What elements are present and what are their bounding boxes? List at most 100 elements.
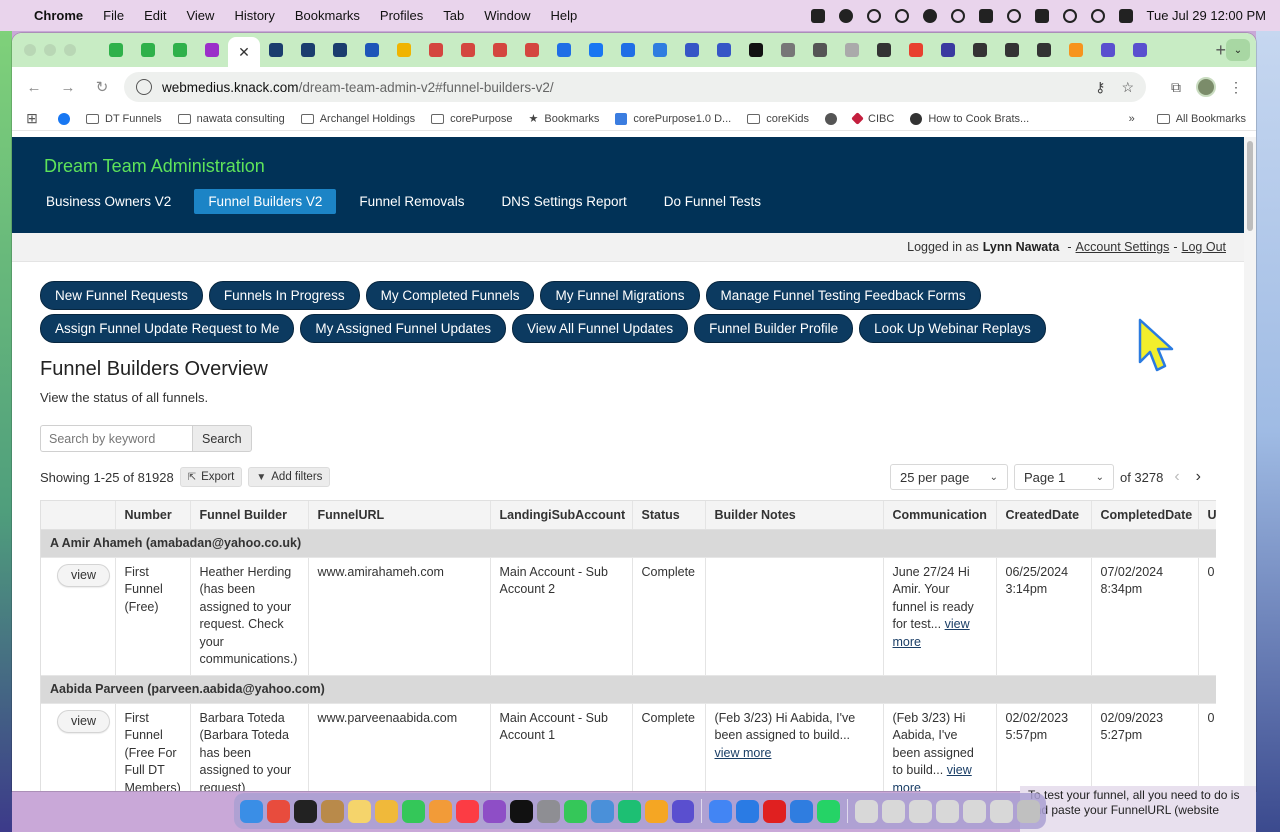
view-more-link[interactable]: view more	[715, 746, 772, 760]
bookmark-dt-funnels[interactable]: DT Funnels	[86, 113, 162, 125]
pill-view-all-updates[interactable]: View All Funnel Updates	[512, 314, 689, 343]
dock-app-icon[interactable]	[428, 799, 452, 823]
menu-file[interactable]: File	[103, 8, 124, 23]
nav-business-owners[interactable]: Business Owners V2	[32, 189, 185, 214]
bookmark-corekids[interactable]: coreKids	[747, 113, 809, 125]
browser-tab[interactable]	[612, 37, 644, 63]
menu-edit[interactable]: Edit	[144, 8, 166, 23]
wifi-icon[interactable]	[1062, 8, 1077, 23]
pill-manage-feedback-forms[interactable]: Manage Funnel Testing Feedback Forms	[705, 281, 981, 310]
bookmark-cibc[interactable]: CIBC	[851, 112, 894, 125]
back-icon[interactable]: ←	[22, 79, 46, 96]
menu-history[interactable]: History	[234, 8, 274, 23]
column-header-completed-date[interactable]: CompletedDate	[1091, 501, 1199, 530]
more-bookmarks-icon[interactable]: »	[1129, 113, 1135, 125]
site-info-icon[interactable]	[136, 79, 152, 95]
pill-my-completed-funnels[interactable]: My Completed Funnels	[365, 281, 535, 310]
browser-tab[interactable]	[516, 37, 548, 63]
column-header-communication[interactable]: Communication	[883, 501, 997, 530]
browser-tab[interactable]	[100, 37, 132, 63]
column-header-status[interactable]: Status	[632, 501, 706, 530]
browser-tab[interactable]	[1028, 37, 1060, 63]
dock-app-icon[interactable]	[790, 799, 814, 823]
column-header-truncated[interactable]: U	[1198, 501, 1216, 530]
menu-app-name[interactable]: Chrome	[34, 8, 83, 23]
browser-tab[interactable]	[644, 37, 676, 63]
dock-app-icon[interactable]	[936, 799, 960, 823]
browser-tab[interactable]	[1060, 37, 1092, 63]
browser-tab[interactable]	[132, 37, 164, 63]
column-header-builder-notes[interactable]: Builder Notes	[705, 501, 884, 530]
bookmark-facebook[interactable]	[58, 112, 70, 125]
dock-app-icon[interactable]	[536, 799, 560, 823]
browser-tab[interactable]	[868, 37, 900, 63]
status-app-icon[interactable]	[810, 8, 825, 23]
close-tab-icon[interactable]: ✕	[238, 44, 250, 61]
bookmark-globe[interactable]	[825, 112, 838, 125]
browser-tab[interactable]	[1092, 37, 1124, 63]
browser-tab[interactable]	[804, 37, 836, 63]
browser-tab[interactable]	[932, 37, 964, 63]
next-page-icon[interactable]: ›	[1191, 468, 1206, 486]
pill-my-funnel-migrations[interactable]: My Funnel Migrations	[540, 281, 700, 310]
bluetooth-icon[interactable]	[1006, 8, 1021, 23]
dock-app-icon[interactable]	[671, 799, 695, 823]
dock-app-icon[interactable]	[644, 799, 668, 823]
per-page-select[interactable]: 25 per page ⌄	[889, 464, 1008, 490]
browser-tab[interactable]	[900, 37, 932, 63]
browser-tab[interactable]	[676, 37, 708, 63]
column-header-number[interactable]: Number	[115, 501, 191, 530]
bookmark-corepurpose-doc[interactable]: corePurpose1.0 D...	[615, 112, 731, 125]
column-header-created-date[interactable]: CreatedDate	[996, 501, 1092, 530]
dock-app-icon[interactable]	[590, 799, 614, 823]
site-title[interactable]: Dream Team Administration	[44, 156, 1244, 177]
browser-tab[interactable]	[324, 37, 356, 63]
pill-assign-update-request[interactable]: Assign Funnel Update Request to Me	[40, 314, 295, 343]
browser-tab[interactable]	[772, 37, 804, 63]
add-filters-button[interactable]: ▼ Add filters	[248, 467, 331, 487]
pill-funnels-in-progress[interactable]: Funnels In Progress	[208, 281, 360, 310]
browser-tab[interactable]	[420, 37, 452, 63]
active-tab[interactable]: ✕	[228, 37, 260, 67]
browser-tab[interactable]	[388, 37, 420, 63]
browser-tab[interactable]	[484, 37, 516, 63]
browser-tab[interactable]	[452, 37, 484, 63]
pill-funnel-builder-profile[interactable]: Funnel Builder Profile	[694, 314, 854, 343]
browser-tab[interactable]	[964, 37, 996, 63]
dock-app-icon[interactable]	[240, 799, 263, 823]
dock-app-icon[interactable]	[374, 799, 398, 823]
search-button[interactable]: Search	[192, 425, 252, 452]
browser-tab[interactable]	[1124, 37, 1156, 63]
apps-grid-icon[interactable]: ⊞	[22, 110, 42, 127]
bookmark-star-icon[interactable]: ☆	[1121, 79, 1134, 96]
page-scrollbar[interactable]	[1244, 137, 1256, 791]
nav-funnel-builders[interactable]: Funnel Builders V2	[194, 189, 337, 214]
moon-icon[interactable]	[950, 8, 965, 23]
bookmark-corepurpose[interactable]: corePurpose	[431, 113, 512, 125]
pill-new-funnel-requests[interactable]: New Funnel Requests	[40, 281, 203, 310]
export-button[interactable]: ⇱ Export	[179, 467, 243, 487]
chrome-menu-icon[interactable]: ⋮	[1226, 79, 1246, 96]
profile-avatar[interactable]	[1196, 77, 1216, 97]
status-app-icon[interactable]	[922, 8, 937, 23]
dock-app-icon[interactable]	[763, 799, 787, 823]
bookmark-bookmarks[interactable]: ★ Bookmarks	[528, 112, 599, 126]
dock-app-icon[interactable]	[320, 799, 344, 823]
dock-app-icon[interactable]	[347, 799, 371, 823]
dock-app-icon[interactable]	[482, 799, 506, 823]
dock-app-icon[interactable]	[817, 799, 841, 823]
dock-app-icon[interactable]	[617, 799, 641, 823]
nav-do-funnel-tests[interactable]: Do Funnel Tests	[650, 189, 775, 214]
status-app-icon[interactable]	[866, 8, 881, 23]
nav-dns-settings-report[interactable]: DNS Settings Report	[487, 189, 640, 214]
dock-app-icon[interactable]	[709, 799, 733, 823]
dock-app-icon[interactable]	[455, 799, 479, 823]
tab-search-icon[interactable]: ⌄	[1226, 39, 1250, 61]
browser-tab[interactable]	[836, 37, 868, 63]
password-key-icon[interactable]: ⚷	[1095, 79, 1105, 96]
address-bar[interactable]: webmedius.knack.com/dream-team-admin-v2#…	[124, 72, 1146, 102]
bookmark-brats[interactable]: How to Cook Brats...	[910, 112, 1029, 125]
control-center-icon[interactable]	[1118, 8, 1133, 23]
browser-tab[interactable]	[260, 37, 292, 63]
menu-profiles[interactable]: Profiles	[380, 8, 423, 23]
